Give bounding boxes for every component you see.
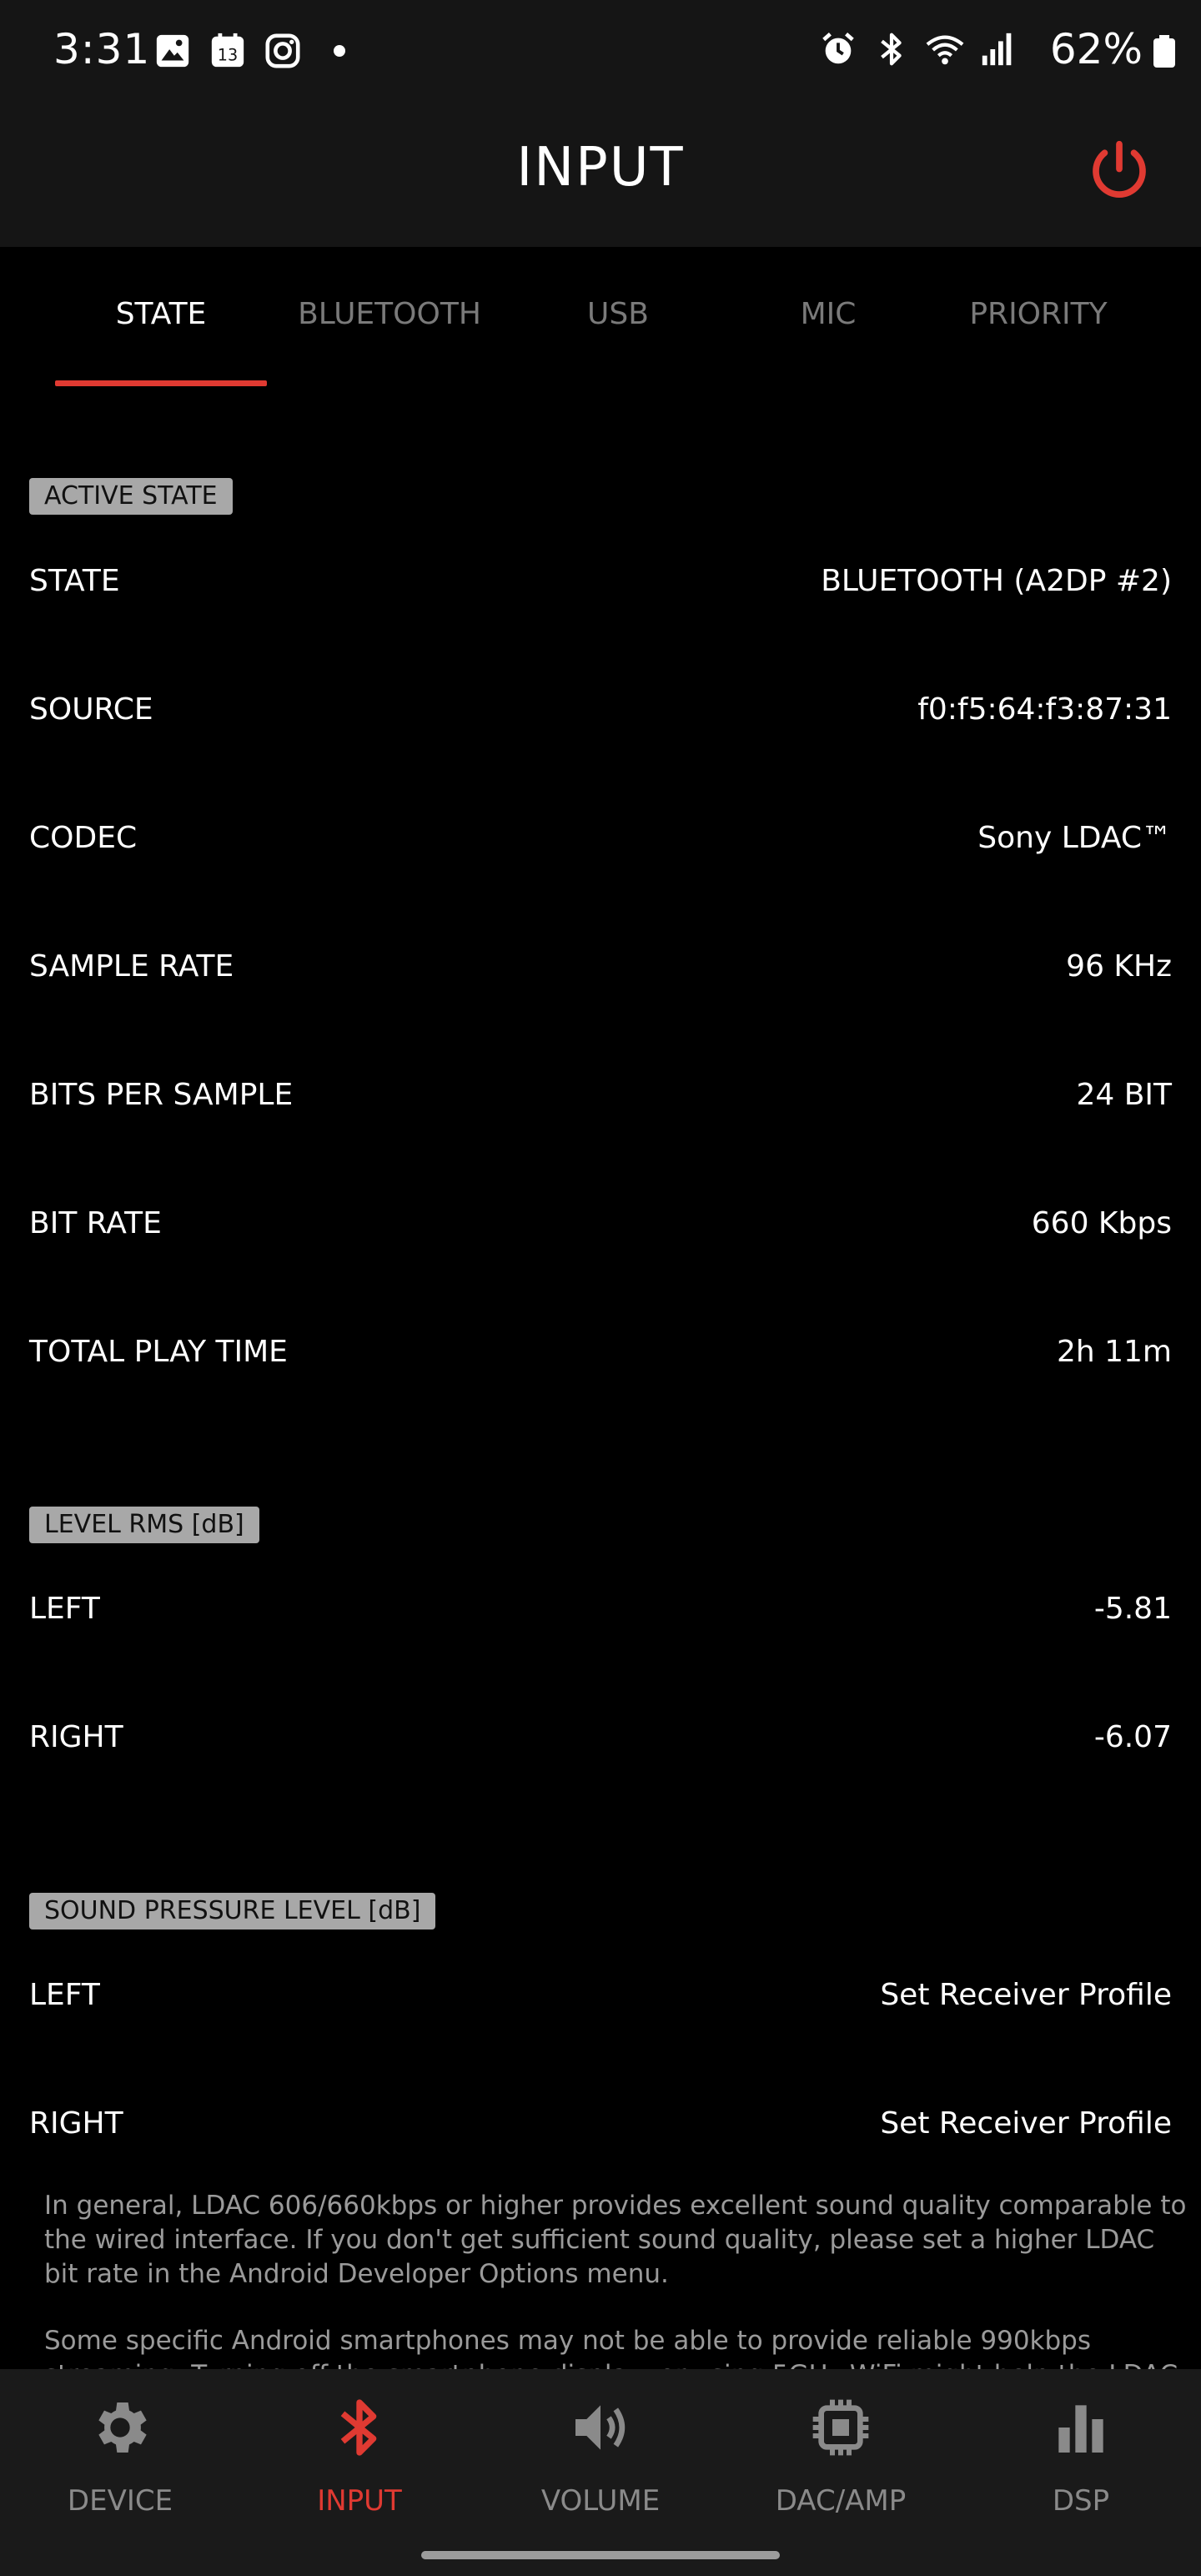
- rms-left-value: -5.81: [1093, 1592, 1172, 1626]
- nav-dsp[interactable]: DSP: [981, 2394, 1181, 2518]
- battery-percent: 62%: [1049, 25, 1143, 73]
- spl-left-label: LEFT: [29, 1978, 100, 2012]
- total-play-time-label: TOTAL PLAY TIME: [29, 1335, 288, 1369]
- nav-input[interactable]: INPUT: [259, 2394, 460, 2518]
- alarm-icon: [822, 33, 854, 64]
- bits-per-sample-value: 24 BIT: [1076, 1078, 1172, 1112]
- page-title: INPUT: [516, 137, 685, 199]
- spl-right-value[interactable]: Set Receiver Profile: [880, 2106, 1172, 2141]
- bits-per-sample-label: BITS PER SAMPLE: [29, 1078, 294, 1112]
- nav-input-label: INPUT: [317, 2484, 402, 2518]
- status-time: 3:31: [53, 25, 151, 73]
- home-indicator[interactable]: [421, 2551, 780, 2559]
- bottom-nav: DEVICE INPUT VOLUME DAC/AMP DSP: [0, 2369, 1201, 2576]
- signal-icon: [982, 33, 1012, 66]
- tab-priority[interactable]: PRIORITY: [932, 297, 1144, 331]
- source-label: SOURCE: [29, 692, 153, 727]
- battery-icon: [1153, 35, 1175, 68]
- tab-state[interactable]: STATE: [55, 297, 267, 331]
- tab-bluetooth[interactable]: BLUETOOTH: [284, 297, 495, 331]
- dot-icon: [334, 45, 345, 57]
- instagram-icon: [265, 33, 300, 68]
- tab-usb[interactable]: USB: [512, 297, 724, 331]
- gallery-icon: [156, 34, 189, 68]
- speaker-icon: [575, 2405, 626, 2450]
- wifi-icon: [926, 35, 964, 65]
- nav-dac-amp-label: DAC/AMP: [775, 2484, 907, 2518]
- level-rms-badge: LEVEL RMS [dB]: [29, 1507, 259, 1543]
- tab-bar: STATE BLUETOOTH USB MIC PRIORITY: [0, 247, 1201, 389]
- sample-rate-label: SAMPLE RATE: [29, 949, 234, 984]
- nav-volume-label: VOLUME: [540, 2484, 661, 2518]
- bit-rate-value: 660 Kbps: [1031, 1206, 1172, 1240]
- state-label: STATE: [29, 564, 120, 598]
- active-tab-indicator: [55, 380, 267, 386]
- state-content: ACTIVE STATE STATE BLUETOOTH (A2DP #2) S…: [0, 389, 1201, 2369]
- calendar-icon: 13: [211, 33, 244, 68]
- chip-icon: [812, 2399, 869, 2456]
- codec-value: Sony LDAC™: [977, 821, 1172, 855]
- state-value: BLUETOOTH (A2DP #2): [821, 564, 1172, 598]
- rms-left-label: LEFT: [29, 1592, 100, 1626]
- calendar-day: 13: [218, 46, 238, 65]
- active-state-badge: ACTIVE STATE: [29, 478, 233, 515]
- app-header: INPUT: [0, 103, 1201, 247]
- source-value: f0:f5:64:f3:87:31: [917, 692, 1172, 727]
- spl-left-value[interactable]: Set Receiver Profile: [880, 1978, 1172, 2012]
- bluetooth-icon: [881, 33, 902, 66]
- nav-volume[interactable]: VOLUME: [500, 2394, 701, 2518]
- spl-right-label: RIGHT: [29, 2106, 123, 2141]
- nav-dsp-label: DSP: [1052, 2484, 1110, 2518]
- ldac-streaming-note: Some specific Android smartphones may no…: [44, 2326, 1178, 2369]
- codec-label: CODEC: [29, 821, 138, 855]
- nav-device[interactable]: DEVICE: [20, 2394, 220, 2518]
- power-button[interactable]: [1084, 137, 1154, 207]
- bluetooth-icon: [340, 2399, 377, 2456]
- total-play-time-value: 2h 11m: [1056, 1335, 1172, 1369]
- rms-right-value: -6.07: [1093, 1720, 1172, 1754]
- bit-rate-label: BIT RATE: [29, 1206, 162, 1240]
- ldac-note: In general, LDAC 606/660kbps or higher p…: [44, 2191, 1187, 2289]
- sound-pressure-badge: SOUND PRESSURE LEVEL [dB]: [29, 1893, 436, 1929]
- notification-icons: 13: [153, 32, 345, 70]
- nav-device-label: DEVICE: [67, 2484, 173, 2518]
- gear-icon: [98, 2402, 147, 2453]
- bar-chart-icon: [1058, 2405, 1103, 2453]
- nav-dac-amp[interactable]: DAC/AMP: [741, 2394, 941, 2518]
- sample-rate-value: 96 KHz: [1066, 949, 1172, 984]
- rms-right-label: RIGHT: [29, 1720, 123, 1754]
- system-icons: [819, 30, 1018, 68]
- status-bar: 3:31 13 62%: [0, 0, 1201, 103]
- tab-mic[interactable]: MIC: [722, 297, 934, 331]
